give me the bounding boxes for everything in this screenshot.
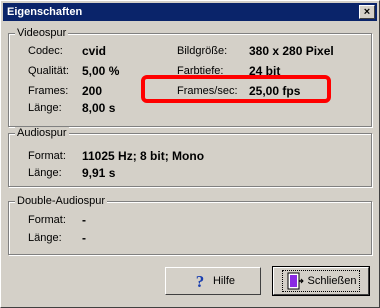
double-audio-legend: Double-Audiospur <box>15 195 108 208</box>
window-title: Eigenschaften <box>7 6 83 18</box>
quality-value: 5,00 % <box>82 64 120 78</box>
video-length-value: 8,00 s <box>82 101 116 115</box>
door-exit-icon <box>286 272 304 290</box>
audio-length-label: Länge: <box>28 167 62 179</box>
close-button-focus: Schließen <box>281 270 361 292</box>
frames-label: Frames: <box>28 85 69 97</box>
audio-group: Audiospur Format: 11025 Hz; 8 bit; Mono … <box>8 127 372 187</box>
video-length-label: Länge: <box>28 102 62 114</box>
frames-value: 200 <box>82 84 103 98</box>
audio-legend: Audiospur <box>15 127 69 140</box>
audio-format-label: Format: <box>28 150 66 162</box>
video-legend: Videospur <box>15 27 69 40</box>
help-button[interactable]: ? Hilfe <box>165 267 261 295</box>
question-icon: ? <box>191 272 209 291</box>
double-audio-group: Double-Audiospur Format: - Länge: - <box>8 195 372 255</box>
codec-value: cvid <box>82 44 107 58</box>
close-window-button[interactable]: × <box>359 5 375 19</box>
double-audio-length-value: - <box>82 231 86 245</box>
svg-text:?: ? <box>196 272 205 290</box>
double-audio-length-label: Länge: <box>28 232 62 244</box>
fps-highlight-box <box>141 75 331 103</box>
double-audio-format-value: - <box>82 213 86 227</box>
properties-dialog: Eigenschaften × Videospur Codec: cvid Qu… <box>0 0 380 308</box>
double-audio-format-label: Format: <box>28 214 66 226</box>
audio-format-value: 11025 Hz; 8 bit; Mono <box>82 149 205 163</box>
codec-label: Codec: <box>28 45 63 57</box>
audio-length-value: 9,91 s <box>82 166 116 180</box>
quality-label: Qualität: <box>28 65 69 77</box>
image-size-value: 380 x 280 Pixel <box>249 44 334 58</box>
close-label: Schließen <box>307 275 357 287</box>
close-button[interactable]: Schließen <box>272 266 370 296</box>
title-bar[interactable]: Eigenschaften × <box>3 3 377 21</box>
image-size-label: Bildgröße: <box>177 45 228 57</box>
help-label: Hilfe <box>212 275 235 287</box>
